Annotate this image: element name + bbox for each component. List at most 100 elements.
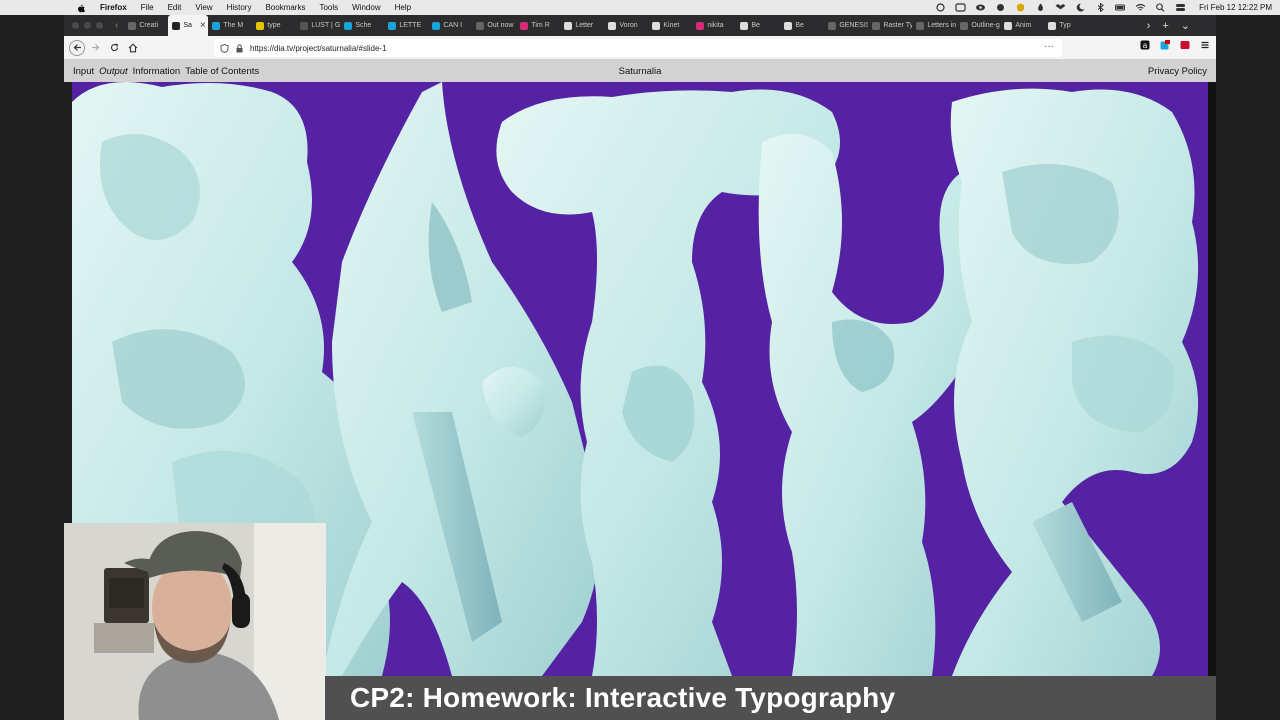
- new-tab-icon[interactable]: +: [1162, 20, 1168, 32]
- flame-icon[interactable]: [1035, 3, 1046, 12]
- browser-tab[interactable]: type: [252, 15, 296, 36]
- search-icon[interactable]: [1155, 3, 1166, 12]
- tab-label: Letters in: [927, 22, 957, 29]
- home-icon: [128, 42, 138, 52]
- tab-label: Raster Typ: [883, 22, 913, 29]
- tab-favicon-icon: [520, 21, 529, 30]
- creative-cloud-icon[interactable]: [935, 3, 946, 12]
- tab-favicon-icon: [300, 21, 309, 30]
- browser-tab[interactable]: Letter: [560, 15, 604, 36]
- hamburger-menu-icon[interactable]: [1200, 40, 1210, 50]
- tab-favicon-icon: [388, 21, 397, 30]
- browser-tab[interactable]: Sa ×: [168, 15, 209, 36]
- tab-scroll-right-icon[interactable]: ›: [1147, 20, 1151, 32]
- dropbox-icon[interactable]: [1055, 3, 1066, 12]
- browser-tab[interactable]: GENESIS: [824, 15, 868, 36]
- bluetooth-icon[interactable]: [1095, 3, 1106, 12]
- lastpass-icon[interactable]: [1180, 40, 1190, 50]
- tab-favicon-icon: [608, 21, 617, 30]
- tab-label: Be: [751, 22, 760, 29]
- apple-icon[interactable]: [76, 3, 86, 13]
- eye-icon[interactable]: [975, 3, 986, 12]
- menu-file[interactable]: File: [141, 0, 154, 15]
- control-center-icon[interactable]: [1175, 3, 1186, 12]
- browser-tab[interactable]: CAN I: [428, 15, 472, 36]
- nav-output-link[interactable]: Output: [99, 66, 128, 77]
- browser-tab[interactable]: Tim R: [516, 15, 560, 36]
- tab-favicon-icon: [652, 21, 661, 30]
- tracking-shield-icon[interactable]: [220, 43, 229, 53]
- flower-icon[interactable]: [995, 3, 1006, 12]
- menu-app-firefox[interactable]: Firefox: [100, 0, 127, 15]
- tab-scroll-left-icon[interactable]: ‹: [115, 20, 118, 31]
- menu-view[interactable]: View: [195, 0, 212, 15]
- letter-u-shape: [758, 134, 987, 676]
- system-menu-bar: Firefox File Edit View History Bookmarks…: [0, 0, 1280, 15]
- wifi-icon[interactable]: [1135, 3, 1146, 12]
- browser-tab[interactable]: Be: [780, 15, 824, 36]
- tab-label: Sa: [183, 22, 192, 29]
- tab-favicon-icon: [960, 21, 969, 30]
- tab-label: GENESIS: [839, 22, 869, 29]
- tab-label: Outline-g: [971, 22, 1000, 29]
- tab-label: CAN I: [443, 22, 463, 29]
- browser-tab[interactable]: Sche: [340, 15, 384, 36]
- tab-close-icon[interactable]: ×: [200, 20, 206, 31]
- browser-tab[interactable]: Typ: [1044, 15, 1088, 36]
- browser-tab[interactable]: Be: [736, 15, 780, 36]
- address-bar[interactable]: https://dia.tv/project/saturnalia/#slide…: [214, 39, 1062, 57]
- navigation-toolbar: https://dia.tv/project/saturnalia/#slide…: [64, 36, 1216, 60]
- webcam-overlay: [64, 523, 326, 720]
- tab-label: Out now: [487, 22, 514, 29]
- menu-tools[interactable]: Tools: [319, 0, 338, 15]
- window-close-button[interactable]: [72, 22, 79, 29]
- browser-tab[interactable]: LETTE: [384, 15, 428, 36]
- browser-tab[interactable]: The M: [208, 15, 252, 36]
- browser-tab[interactable]: Anim: [1000, 15, 1044, 36]
- window-zoom-button[interactable]: [96, 22, 103, 29]
- page-actions-icon[interactable]: ···: [1044, 41, 1054, 52]
- menu-bookmarks[interactable]: Bookmarks: [265, 0, 305, 15]
- browser-tab[interactable]: Kinet: [648, 15, 692, 36]
- tab-label: The M: [223, 22, 244, 29]
- menu-edit[interactable]: Edit: [168, 0, 182, 15]
- tab-favicon-icon: [128, 21, 137, 30]
- menu-history[interactable]: History: [227, 0, 252, 15]
- privacy-policy-link[interactable]: Privacy Policy: [1148, 66, 1207, 77]
- nav-table-of-contents-link[interactable]: Table of Contents: [185, 66, 259, 77]
- tab-favicon-icon: [828, 21, 837, 30]
- extension-badge-icon[interactable]: [1160, 40, 1170, 50]
- tab-list-chevron-icon[interactable]: ⌄: [1181, 19, 1190, 32]
- screen-icon[interactable]: [955, 3, 966, 12]
- lock-icon[interactable]: [235, 43, 244, 53]
- moon-icon[interactable]: [1075, 3, 1086, 12]
- extension-icon[interactable]: a: [1140, 40, 1150, 50]
- tab-favicon-icon: [212, 21, 221, 30]
- browser-tab[interactable]: Out now: [472, 15, 516, 36]
- tab-favicon-icon: [696, 21, 705, 30]
- browser-tab[interactable]: Creati: [124, 15, 168, 36]
- home-button[interactable]: [124, 39, 142, 57]
- menubar-clock[interactable]: Fri Feb 12 12:22 PM: [1199, 3, 1272, 12]
- browser-tab[interactable]: Voron: [604, 15, 648, 36]
- tab-label: LUST | Gr: [311, 22, 341, 29]
- window-minimize-button[interactable]: [84, 22, 91, 29]
- back-button[interactable]: [69, 39, 85, 56]
- url-text[interactable]: https://dia.tv/project/saturnalia/#slide…: [250, 44, 387, 53]
- shield-badge-icon[interactable]: [1015, 3, 1026, 12]
- browser-tab[interactable]: Outline-g: [956, 15, 1000, 36]
- menu-window[interactable]: Window: [352, 0, 380, 15]
- right-gutter: [1208, 82, 1216, 676]
- browser-tab[interactable]: nikita: [692, 15, 736, 36]
- window-controls[interactable]: [72, 22, 103, 29]
- battery-icon[interactable]: [1115, 3, 1126, 12]
- nav-input-link[interactable]: Input: [73, 66, 94, 77]
- reload-button[interactable]: [105, 39, 123, 57]
- forward-button[interactable]: [86, 39, 104, 57]
- menu-help[interactable]: Help: [395, 0, 411, 15]
- browser-tab[interactable]: LUST | Gr: [296, 15, 340, 36]
- tab-favicon-icon: [872, 21, 881, 30]
- browser-tab[interactable]: Letters in: [912, 15, 956, 36]
- browser-tab[interactable]: Raster Typ: [868, 15, 912, 36]
- nav-information-link[interactable]: Information: [133, 66, 181, 77]
